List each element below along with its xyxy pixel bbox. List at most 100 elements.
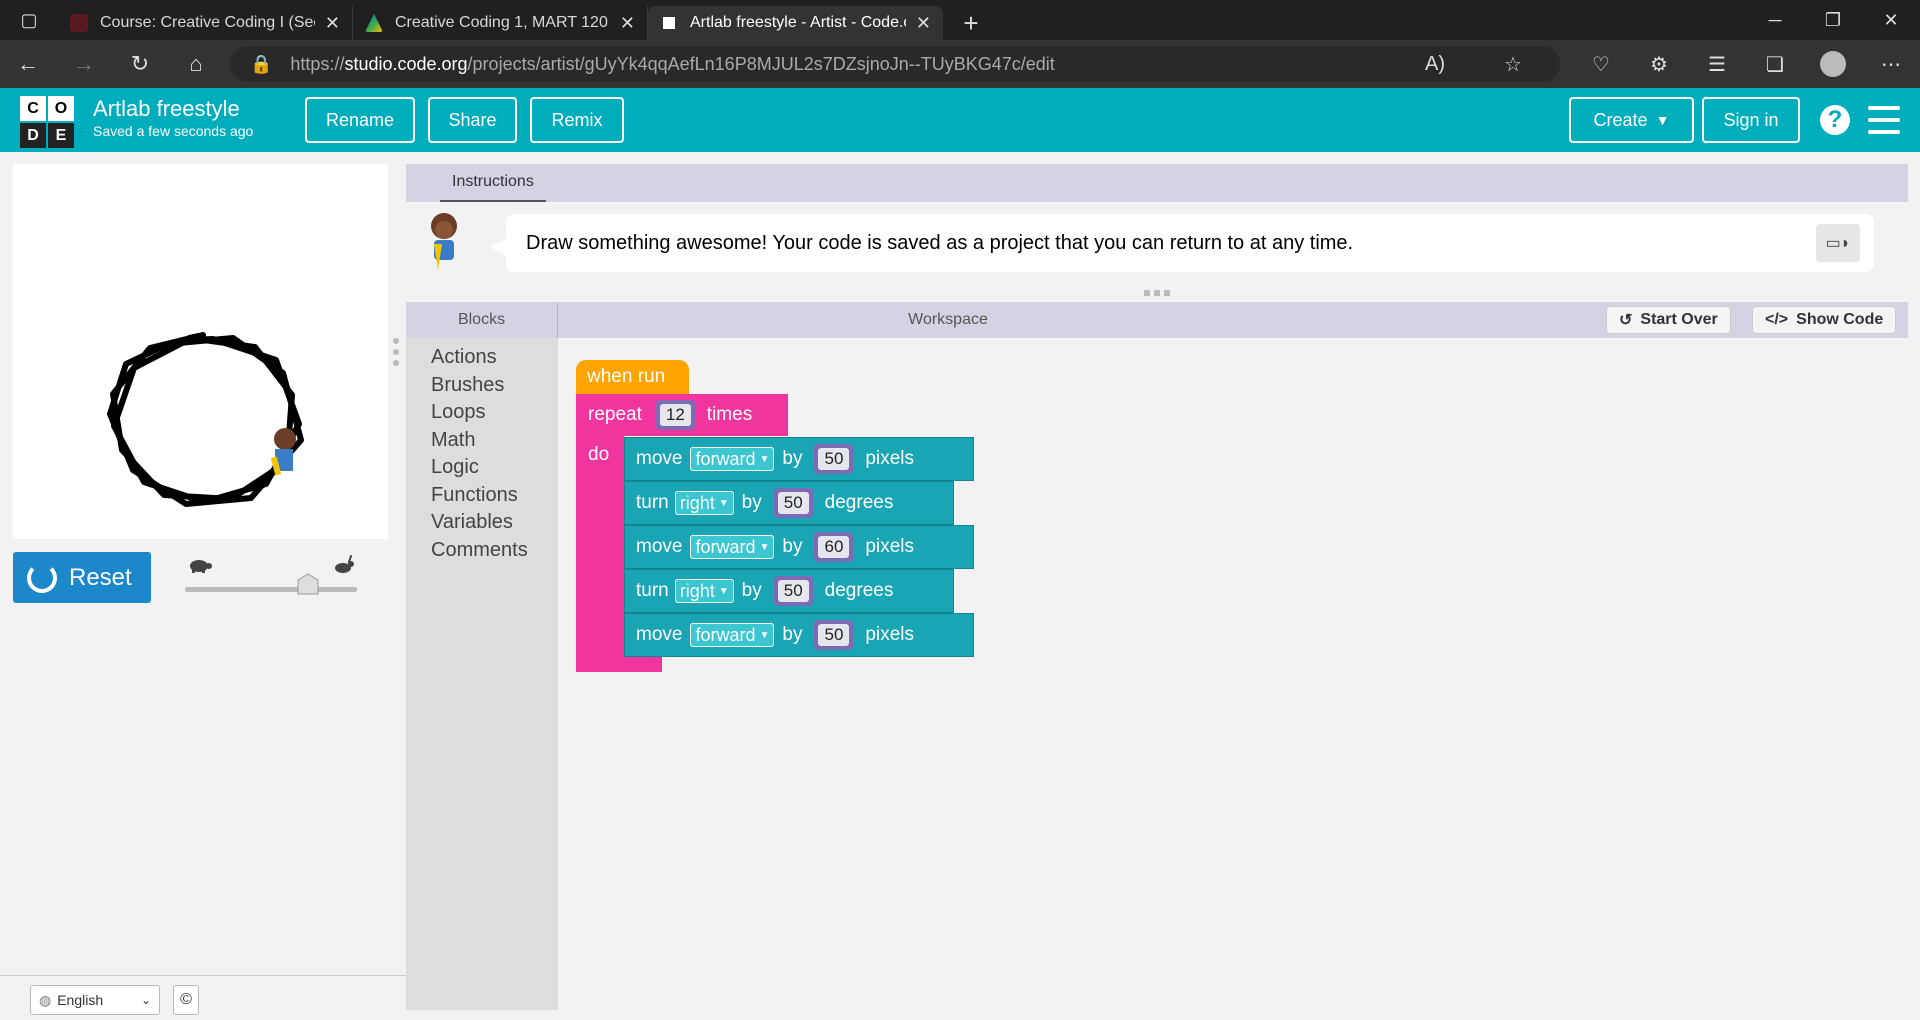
panel-resize-handle[interactable] xyxy=(393,338,399,366)
footer-divider xyxy=(0,975,406,976)
favorite-star-icon[interactable]: ☆ xyxy=(1484,52,1542,77)
speed-slider[interactable] xyxy=(185,554,357,604)
angle-value: 50 xyxy=(777,492,809,514)
share-button[interactable]: Share xyxy=(428,97,517,143)
restore-icon[interactable]: ❐ xyxy=(1804,0,1862,40)
when-run-label: when run xyxy=(587,366,666,387)
copyright-button[interactable]: © xyxy=(173,985,199,1015)
profile-icon[interactable] xyxy=(1804,51,1862,77)
tab-title: Artlab freestyle - Artist - Code.or xyxy=(690,14,906,31)
distance-input[interactable]: 50 xyxy=(814,620,854,650)
refresh-icon[interactable]: ↻ xyxy=(112,40,168,88)
distance-input[interactable]: 60 xyxy=(814,532,854,562)
workspace-header: Blocks Workspace ↺ Start Over </> Show C… xyxy=(406,302,1908,338)
start-over-button[interactable]: ↺ Start Over xyxy=(1606,306,1731,334)
home-icon[interactable]: ⌂ xyxy=(168,40,224,88)
rename-button[interactable]: Rename xyxy=(305,97,415,143)
reset-icon xyxy=(27,562,57,593)
category-loops[interactable]: Loops xyxy=(431,401,486,424)
move-label: move xyxy=(636,536,683,557)
favorites-icon[interactable]: ☰ xyxy=(1688,52,1746,77)
remix-button[interactable]: Remix xyxy=(530,97,624,143)
rabbit-icon xyxy=(335,554,354,573)
tab-instructions[interactable]: Instructions xyxy=(440,164,546,202)
category-comments[interactable]: Comments xyxy=(431,539,528,562)
angle-input[interactable]: 50 xyxy=(773,576,813,606)
category-math[interactable]: Math xyxy=(431,429,475,452)
repeat-count-input[interactable]: 12 xyxy=(655,400,695,430)
direction-dropdown[interactable]: right xyxy=(674,579,734,603)
drawing-svg xyxy=(107,332,304,507)
browser-tab-3[interactable]: Artlab freestyle - Artist - Code.or ✕ xyxy=(648,6,943,40)
category-logic[interactable]: Logic xyxy=(431,456,479,479)
read-aloud-icon[interactable]: A) xyxy=(1406,53,1464,76)
workspace-heading: Workspace xyxy=(908,311,988,328)
show-code-button[interactable]: </> Show Code xyxy=(1752,306,1897,334)
distance-value: 60 xyxy=(818,536,850,558)
category-functions[interactable]: Functions xyxy=(431,484,518,507)
reset-button[interactable]: Reset xyxy=(13,552,151,603)
more-icon[interactable]: ⋯ xyxy=(1862,52,1920,77)
artist-avatar-icon xyxy=(431,213,457,270)
close-tab-icon[interactable]: ✕ xyxy=(325,13,340,34)
degrees-label: degrees xyxy=(824,580,894,601)
app-header: C O D E Artlab freestyle Saved a few sec… xyxy=(0,88,1920,152)
move-label: move xyxy=(636,624,683,645)
tab-actions-icon[interactable]: ▢ xyxy=(0,0,58,40)
direction-dropdown[interactable]: forward xyxy=(690,447,775,471)
close-window-icon[interactable]: ✕ xyxy=(1862,0,1920,40)
reset-label: Reset xyxy=(69,563,132,591)
move-forward-block[interactable]: move forward by 50 pixels xyxy=(624,613,974,657)
move-forward-block[interactable]: move forward by 50 pixels xyxy=(624,437,974,481)
direction-dropdown[interactable]: forward xyxy=(690,623,775,647)
when-run-block[interactable]: when run xyxy=(576,360,689,394)
create-button[interactable]: Create ▼ xyxy=(1569,97,1694,143)
instructions-resize-grip[interactable] xyxy=(1144,290,1170,296)
direction-dropdown[interactable]: right xyxy=(674,491,734,515)
help-icon[interactable]: ? xyxy=(1820,105,1850,135)
angle-value: 50 xyxy=(777,580,809,602)
hamburger-menu-icon[interactable] xyxy=(1868,106,1900,134)
create-label: Create xyxy=(1593,109,1648,130)
repeat-row: repeat 12 times xyxy=(588,394,752,436)
collections-icon[interactable]: ❏ xyxy=(1746,52,1804,77)
distance-value: 50 xyxy=(818,448,850,470)
language-select[interactable]: ◍ English ⌄ xyxy=(30,985,160,1015)
direction-dropdown[interactable]: forward xyxy=(690,535,775,559)
angle-input[interactable]: 50 xyxy=(773,488,813,518)
start-over-label: Start Over xyxy=(1640,311,1718,328)
new-tab-icon[interactable]: + xyxy=(943,6,999,40)
forward-icon[interactable]: → xyxy=(56,40,112,88)
lock-icon: 🔒 xyxy=(250,53,273,74)
category-brushes[interactable]: Brushes xyxy=(431,374,504,397)
instructions-text: Draw something awesome! Your code is sav… xyxy=(526,231,1354,254)
chevron-down-icon: ▼ xyxy=(1655,112,1670,128)
back-icon[interactable]: ← xyxy=(0,40,56,88)
minimize-icon[interactable]: ─ xyxy=(1746,0,1804,40)
code-workspace[interactable]: when run repeat 12 times do move forward… xyxy=(558,338,1908,1010)
close-tab-icon[interactable]: ✕ xyxy=(620,13,635,34)
logo-letter: C xyxy=(20,96,46,121)
category-actions[interactable]: Actions xyxy=(431,346,497,369)
window-controls: ─ ❐ ✕ xyxy=(1746,0,1920,40)
turn-right-block[interactable]: turn right by 50 degrees xyxy=(624,569,954,613)
code-org-logo[interactable]: C O D E xyxy=(20,96,74,148)
close-tab-icon[interactable]: ✕ xyxy=(916,13,931,34)
text-to-speech-icon[interactable]: ▭◗ xyxy=(1816,224,1860,262)
browser-tab-2[interactable]: Creative Coding 1, MART 120 | H ✕ xyxy=(353,6,648,40)
course-favicon-icon xyxy=(70,14,88,32)
sign-in-button[interactable]: Sign in xyxy=(1702,97,1800,143)
url-host: studio.code.org xyxy=(344,53,468,74)
workspace-bottom-edge xyxy=(406,1010,1908,1020)
extension-badge-icon[interactable]: ♡ xyxy=(1572,52,1630,77)
by-label: by xyxy=(782,448,803,469)
blocks-heading: Blocks xyxy=(406,302,558,338)
turn-right-block[interactable]: turn right by 50 degrees xyxy=(624,481,954,525)
browser-tab-1[interactable]: Course: Creative Coding I (Sect: S ✕ xyxy=(58,6,353,40)
distance-input[interactable]: 50 xyxy=(814,444,854,474)
url-field[interactable]: 🔒 https://studio.code.org/projects/artis… xyxy=(230,46,1560,82)
category-variables[interactable]: Variables xyxy=(431,511,513,534)
degrees-label: degrees xyxy=(824,492,894,513)
extensions-icon[interactable]: ⚙ xyxy=(1630,52,1688,77)
move-forward-block[interactable]: move forward by 60 pixels xyxy=(624,525,974,569)
